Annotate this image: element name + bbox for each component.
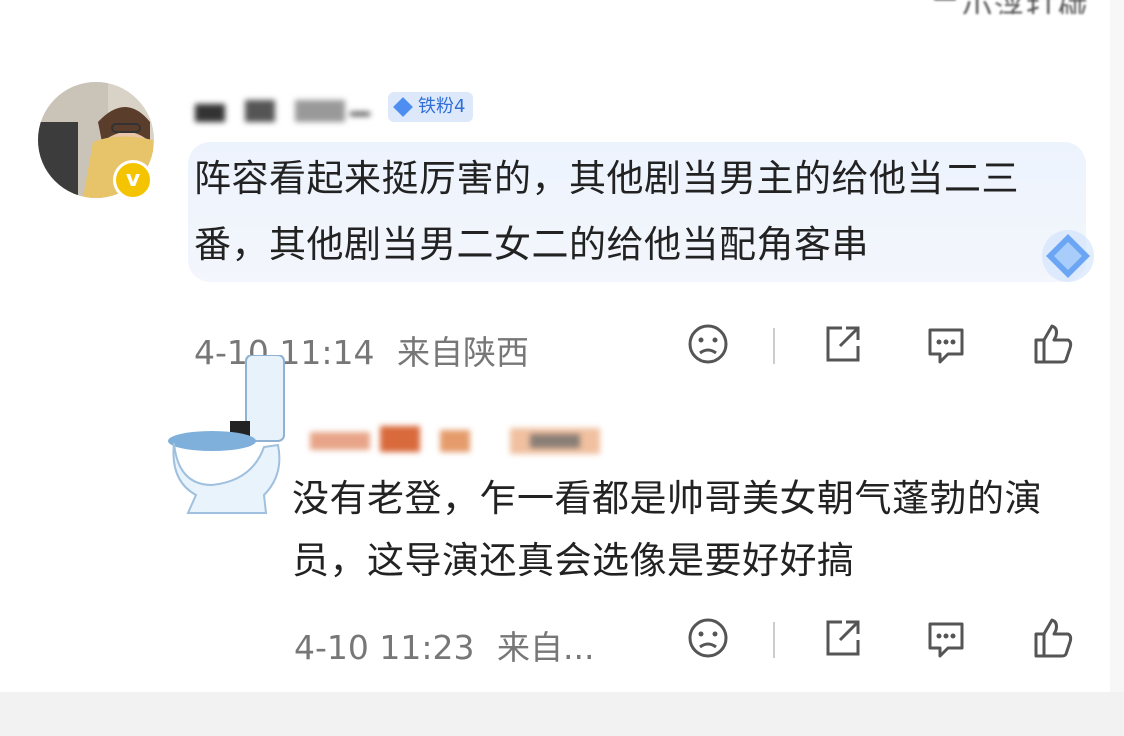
action-divider xyxy=(773,622,775,658)
action-divider xyxy=(773,328,775,364)
comment-icon[interactable] xyxy=(924,322,968,366)
share-icon[interactable] xyxy=(820,616,864,660)
reply-username-blurred[interactable] xyxy=(310,420,610,460)
badge-label: 铁粉4 xyxy=(418,96,466,117)
reply-actions xyxy=(0,616,1124,666)
fan-level-badge[interactable]: 铁粉4 xyxy=(388,92,474,122)
username-blurred[interactable] xyxy=(195,98,375,124)
like-thumb-icon[interactable] xyxy=(1030,322,1074,366)
toilet-icon xyxy=(168,355,285,514)
bottom-bar xyxy=(0,692,1124,736)
gem-decoration-icon xyxy=(1042,230,1094,282)
verified-icon: v xyxy=(113,160,153,200)
like-thumb-icon[interactable] xyxy=(1030,616,1074,660)
share-icon[interactable] xyxy=(820,322,864,366)
clipped-header-text: 二小浮打碰 xyxy=(930,0,1110,14)
comment-text: 阵容看起来挺厉害的，其他剧当男主的给他当二三番，其他剧当男二女二的给他当配角客串 xyxy=(194,157,1019,266)
sad-face-icon[interactable] xyxy=(686,616,730,660)
sad-face-icon[interactable] xyxy=(686,322,730,366)
right-edge-shade xyxy=(1110,0,1124,692)
comment-icon[interactable] xyxy=(924,616,968,660)
reply-text: 没有老登，乍一看都是帅哥美女朝气蓬勃的演员，这导演还真会选像是要好好搞 xyxy=(292,477,1042,582)
diamond-icon xyxy=(393,97,413,117)
